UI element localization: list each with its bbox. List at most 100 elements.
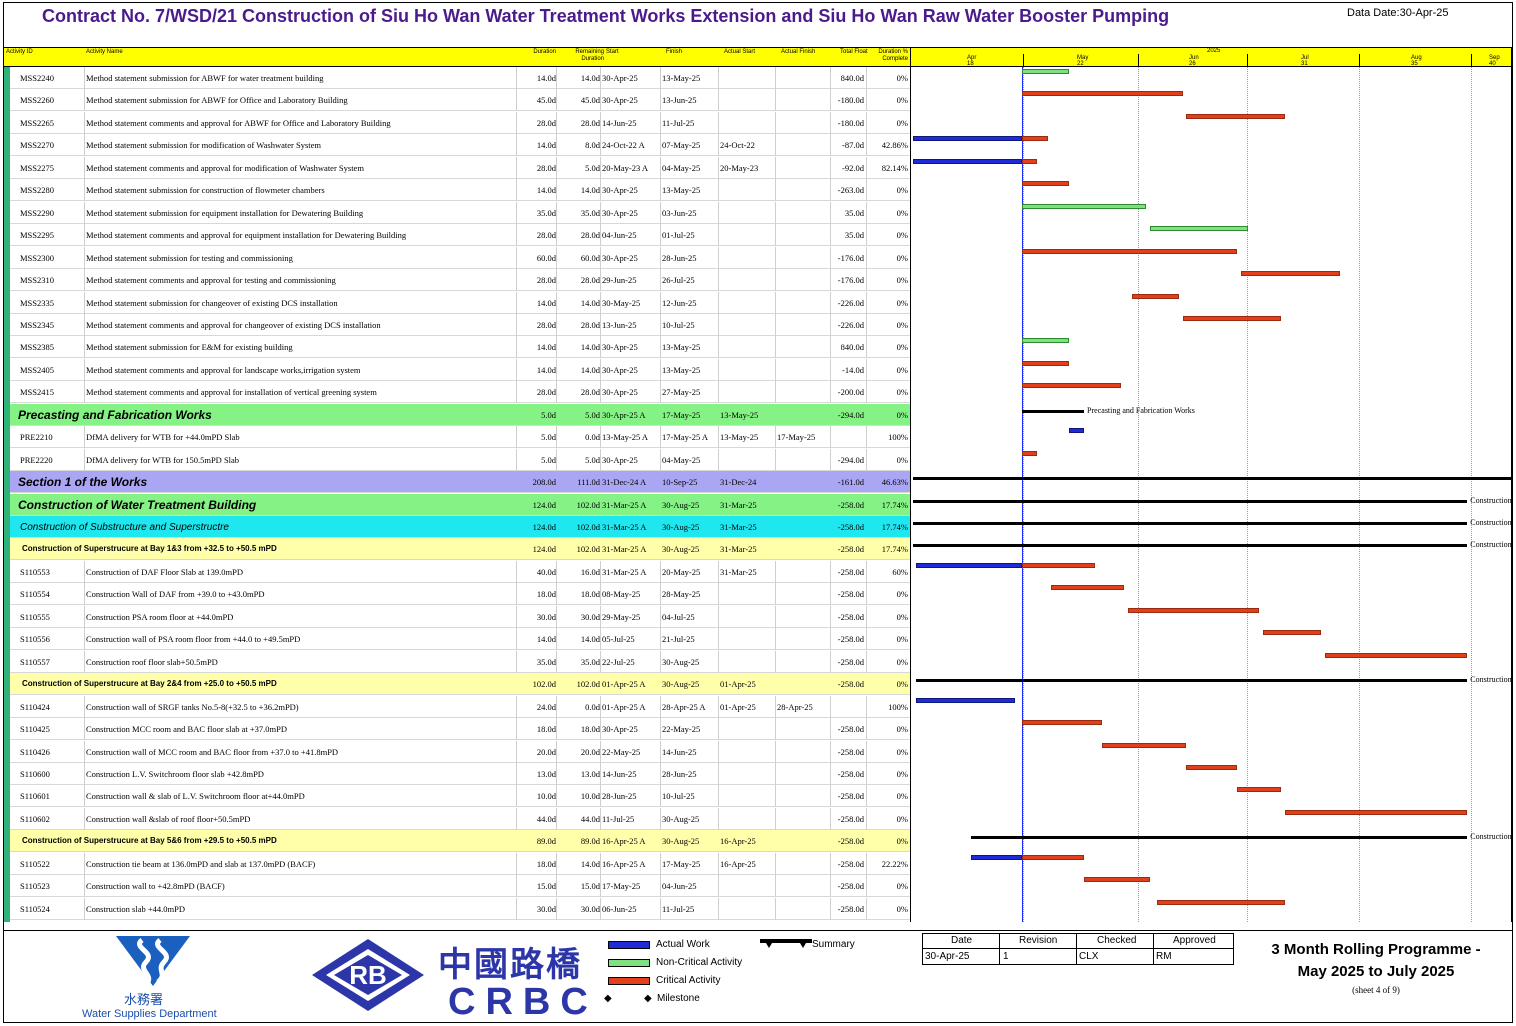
critical-bar[interactable] <box>1022 91 1183 97</box>
activity-row[interactable]: S110426 Construction wall of MCC room and… <box>10 740 910 763</box>
wbs-group-row[interactable]: Section 1 of the Works 208.0d 111.0d 31-Dec… <box>10 471 910 494</box>
col-header-total-float[interactable]: Total Float <box>840 49 868 56</box>
col-header-id[interactable]: Activity ID <box>6 49 33 56</box>
activity-row[interactable]: MSS2260 Method statement submission for A… <box>10 89 910 112</box>
summary-bar[interactable] <box>912 544 1468 548</box>
activity-row[interactable]: S110556 Construction wall of PSA room flo… <box>10 628 910 651</box>
activity-row[interactable]: S110425 Construction MCC room and BAC flo… <box>10 718 910 741</box>
cell-rd: 14.0d <box>580 364 600 375</box>
cell-pc: 0% <box>896 746 908 757</box>
critical-bar[interactable] <box>1102 742 1187 748</box>
activity-row[interactable]: MSS2270 Method statement submission for m… <box>10 134 910 157</box>
activity-row[interactable]: S110553 Construction of DAF Floor Slab at… <box>10 560 910 583</box>
critical-bar[interactable] <box>1022 854 1085 860</box>
cell-finish: 20-May-25 <box>662 566 701 577</box>
activity-row[interactable]: S110523 Construction wall to +42.8mPD (BA… <box>10 875 910 898</box>
activity-row[interactable]: MSS2345 Method statement comments and app… <box>10 313 910 336</box>
activity-row[interactable]: S110555 Construction PSA room floor at +4… <box>10 605 910 628</box>
wbs-group-row[interactable]: Construction of Substructure and Superst… <box>10 516 910 538</box>
col-header-finish[interactable]: Finish <box>666 49 682 56</box>
activity-row[interactable]: MSS2265 Method statement comments and app… <box>10 111 910 134</box>
activity-row[interactable]: MSS2300 Method statement submission for t… <box>10 246 910 269</box>
activity-row[interactable]: MSS2335 Method statement submission for c… <box>10 291 910 314</box>
activity-row[interactable]: S110601 Construction wall & slab of L.V. … <box>10 785 910 808</box>
critical-bar[interactable] <box>1157 899 1285 905</box>
cell-start: 01-Apr-25 A <box>602 679 646 690</box>
activity-row[interactable]: PRE2210 DfMA delivery for WTB for +44.0mP… <box>10 426 910 449</box>
critical-bar[interactable] <box>1262 630 1322 636</box>
actual-work-bar[interactable] <box>912 136 1022 142</box>
critical-bar[interactable] <box>1022 181 1070 187</box>
activity-row[interactable]: S110557 Construction roof floor slab+50.5… <box>10 650 910 673</box>
wbs-group-row[interactable]: Construction of Superstrucure at Bay 2&4… <box>10 673 910 696</box>
critical-bar[interactable] <box>1022 360 1070 366</box>
activity-row[interactable]: MSS2385 Method statement submission for E… <box>10 336 910 359</box>
critical-bar[interactable] <box>1022 450 1037 456</box>
actual-work-bar[interactable] <box>912 158 1022 164</box>
actual-work-bar[interactable] <box>970 854 1022 860</box>
critical-bar[interactable] <box>1284 809 1468 815</box>
cell-od: 28.0d <box>536 319 556 330</box>
critical-bar[interactable] <box>1324 652 1468 658</box>
activity-row[interactable]: MSS2275 Method statement comments and app… <box>10 156 910 179</box>
programme-title: 3 Month Rolling Programme - May 2025 to … <box>1248 939 1504 983</box>
critical-bar[interactable] <box>1127 607 1260 613</box>
critical-bar[interactable] <box>1022 383 1121 389</box>
summary-bar[interactable] <box>912 477 1511 481</box>
activity-row[interactable]: MSS2280 Method statement submission for c… <box>10 179 910 202</box>
critical-bar[interactable] <box>1022 136 1048 142</box>
col-header-remaining[interactable]: Remaining Duration <box>574 49 604 63</box>
activity-row[interactable]: MSS2295 Method statement comments and app… <box>10 224 910 247</box>
summary-bar[interactable] <box>1022 409 1085 413</box>
summary-bar[interactable] <box>912 522 1468 525</box>
activity-row[interactable]: S110524 Construction slab +44.0mPD 30.0d 30… <box>10 897 910 920</box>
col-header-start[interactable]: Start <box>606 49 619 56</box>
activity-row[interactable]: MSS2290 Method statement submission for e… <box>10 201 910 224</box>
wbs-group-row[interactable]: Precasting and Fabrication Works 5.0d 5.0d… <box>10 403 910 426</box>
critical-bar[interactable] <box>1022 562 1095 568</box>
critical-bar[interactable] <box>1051 585 1125 591</box>
critical-bar[interactable] <box>1186 113 1285 119</box>
critical-bar[interactable] <box>1182 315 1282 321</box>
actual-work-bar[interactable] <box>1069 428 1085 434</box>
critical-bar[interactable] <box>1022 248 1238 254</box>
critical-bar[interactable] <box>1131 293 1179 299</box>
non-critical-bar[interactable] <box>1022 69 1070 74</box>
activity-row[interactable]: MSS2415 Method statement comments and app… <box>10 381 910 404</box>
summary-bar[interactable] <box>970 836 1468 840</box>
actual-work-bar[interactable] <box>916 562 1022 568</box>
critical-bar[interactable] <box>1022 158 1037 164</box>
activity-row[interactable]: S110522 Construction tie beam at 136.0mPD… <box>10 852 910 875</box>
non-critical-bar[interactable] <box>1149 226 1249 232</box>
col-header-actual-finish[interactable]: Actual Finish <box>781 49 815 56</box>
activity-row[interactable]: MSS2310 Method statement comments and app… <box>10 269 910 292</box>
col-header-actual-start[interactable]: Actual Start <box>724 49 755 56</box>
col-header-duration[interactable]: Duration <box>526 49 556 56</box>
activity-row[interactable]: MSS2405 Method statement comments and app… <box>10 358 910 381</box>
critical-bar[interactable] <box>1186 764 1238 770</box>
critical-bar[interactable] <box>1022 720 1103 726</box>
cell-tf: -180.0d <box>837 95 864 106</box>
critical-bar[interactable] <box>1237 787 1282 793</box>
wbs-group-row[interactable]: Construction of Water Treatment Building… <box>10 493 910 516</box>
non-critical-bar[interactable] <box>1022 203 1147 209</box>
activity-row[interactable]: PRE2220 DfMA delivery for WTB for 150.5mP… <box>10 448 910 471</box>
activity-row[interactable]: S110554 Construction Wall of DAF from +39… <box>10 583 910 606</box>
wbs-group-row[interactable]: Construction of Superstrucure at Bay 5&6… <box>10 830 910 853</box>
activity-row[interactable]: S110600 Construction L.V. Switchroom floo… <box>10 762 910 785</box>
critical-bar[interactable] <box>1084 877 1150 883</box>
activity-row[interactable]: S110424 Construction wall of SRGF tanks N… <box>10 695 910 718</box>
cell-start: 30-Apr-25 <box>602 73 638 83</box>
summary-bar[interactable] <box>916 679 1468 683</box>
col-header-name[interactable]: Activity Name <box>86 49 123 56</box>
col-header-pct-complete[interactable]: Duration % Complete <box>872 49 908 63</box>
critical-bar[interactable] <box>1241 271 1340 277</box>
legend-actual-swatch <box>608 941 650 949</box>
wbs-group-row[interactable]: Construction of Superstrucure at Bay 1&3… <box>10 538 910 561</box>
cell-rd: 14.0d <box>580 73 600 83</box>
non-critical-bar[interactable] <box>1022 338 1070 344</box>
activity-row[interactable]: S110602 Construction wall &slab of roof f… <box>10 807 910 830</box>
summary-bar[interactable] <box>912 499 1468 503</box>
activity-row[interactable]: MSS2240 Method statement submission for A… <box>10 67 910 89</box>
actual-work-bar[interactable] <box>916 697 1015 703</box>
